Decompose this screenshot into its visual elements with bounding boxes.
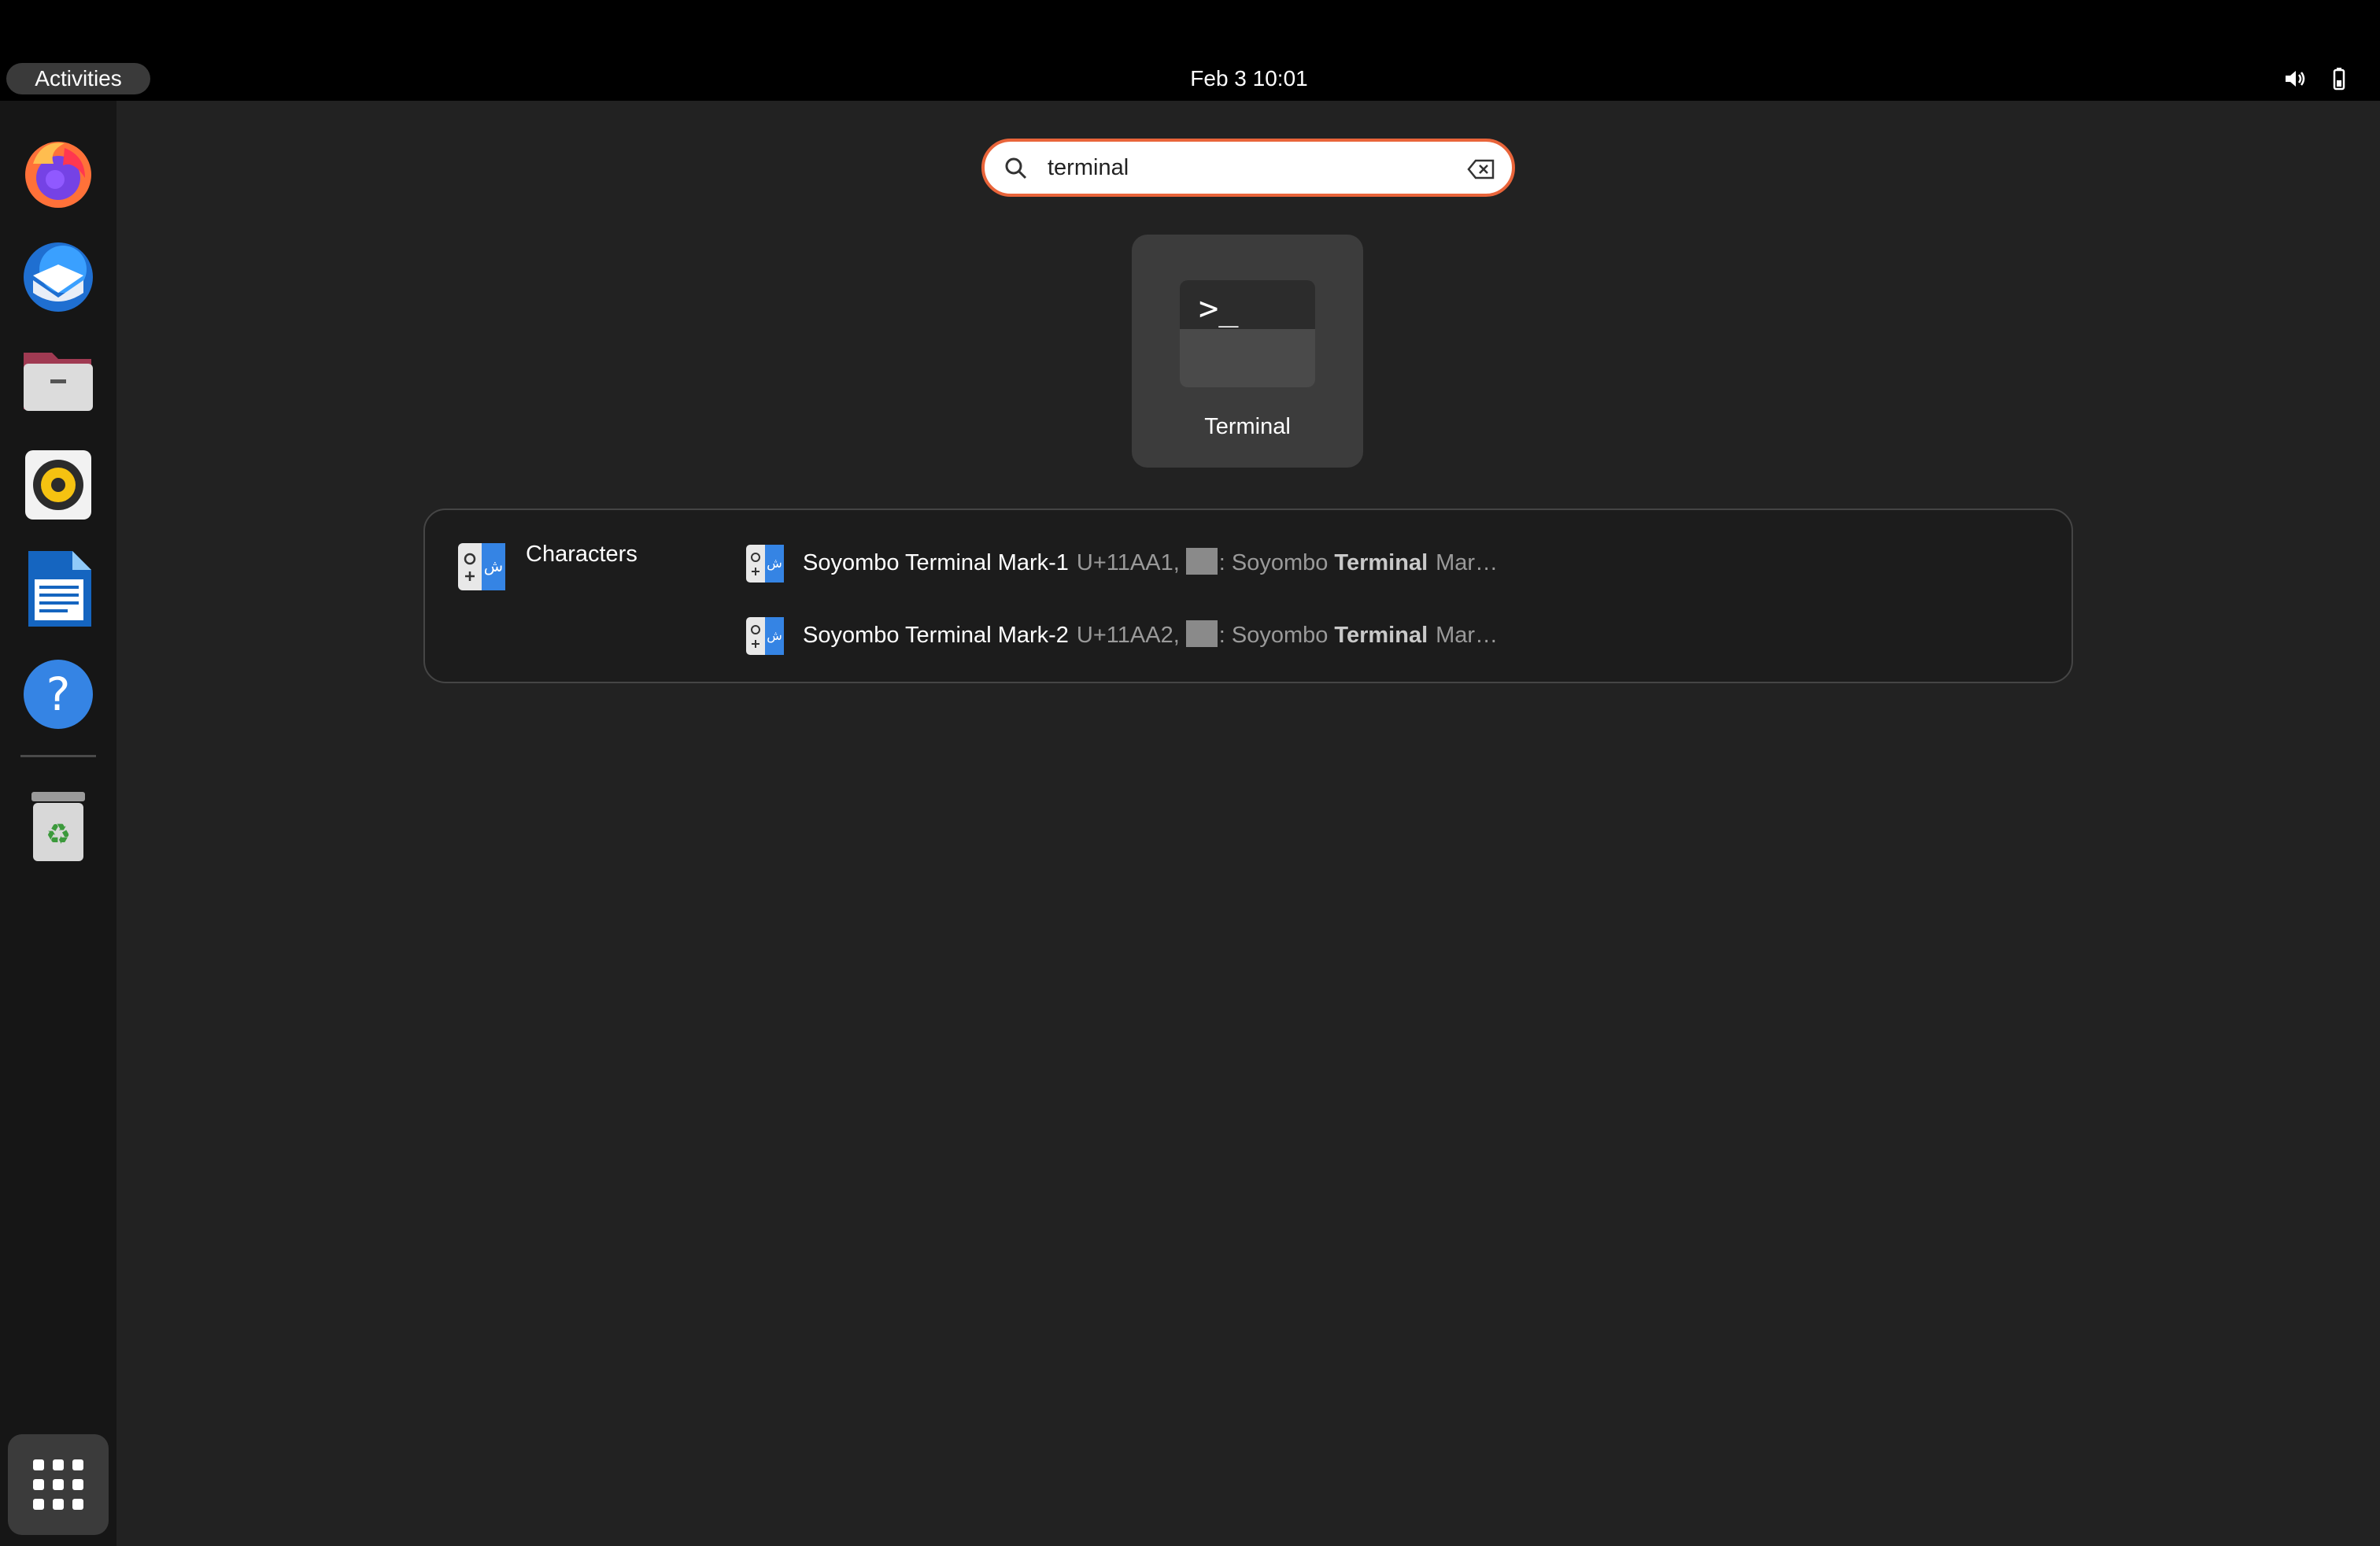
svg-text:ش: ش — [767, 628, 782, 643]
list-item[interactable]: ش Soyombo Terminal Mark-2 U+11AA2, : Soyom… — [746, 611, 2005, 655]
provider-label: Characters — [526, 542, 638, 567]
show-apps-button[interactable] — [8, 1434, 109, 1535]
result-desc-prefix: : Soyombo — [1218, 550, 1329, 575]
characters-provider-results: ش Characters ش Soyombo Terminal Mark-1 U+… — [423, 509, 2073, 683]
search-box[interactable] — [981, 139, 1515, 197]
result-code: U+11AA2, — [1076, 623, 1180, 648]
result-desc-suffix: Mar… — [1436, 623, 1499, 648]
result-desc-highlight: Terminal — [1334, 623, 1428, 648]
rhythmbox-icon[interactable] — [17, 444, 99, 526]
firefox-icon[interactable] — [17, 132, 99, 214]
result-desc-highlight: Terminal — [1334, 550, 1428, 575]
result-desc-prefix: : Soyombo — [1218, 623, 1329, 648]
top-bar: Activities Feb 3 10:01 — [0, 57, 2380, 101]
result-code: U+11AA1, — [1076, 550, 1180, 575]
result-title: Soyombo Terminal Mark-1 — [803, 550, 1069, 575]
battery-icon[interactable] — [2330, 66, 2355, 91]
speaker-icon[interactable] — [2282, 66, 2308, 91]
clear-icon[interactable] — [1466, 157, 1496, 181]
thunderbird-icon[interactable] — [17, 235, 99, 316]
trash-icon[interactable]: ♻ — [17, 784, 99, 866]
dock: ? ♻ — [0, 101, 116, 1546]
characters-icon: ش — [746, 617, 784, 655]
clock[interactable]: Feb 3 10:01 — [1165, 63, 1333, 94]
svg-text:ش: ش — [767, 556, 782, 571]
svg-text:♻: ♻ — [46, 819, 71, 851]
files-icon[interactable] — [17, 338, 99, 420]
writer-icon[interactable] — [17, 548, 99, 630]
search-icon — [1003, 156, 1029, 181]
grid-icon — [33, 1459, 83, 1510]
terminal-app-result[interactable]: >_ Terminal — [1132, 235, 1363, 468]
characters-icon: ش — [746, 545, 784, 583]
app-result-label: Terminal — [1204, 414, 1291, 439]
terminal-icon: >_ — [1180, 280, 1315, 387]
help-icon[interactable]: ? — [17, 653, 99, 735]
characters-icon[interactable]: ش — [458, 543, 505, 590]
dock-separator — [20, 755, 96, 757]
list-item[interactable]: ش Soyombo Terminal Mark-1 U+11AA1, : Soyom… — [746, 538, 2005, 583]
svg-text:ش: ش — [484, 557, 503, 575]
activities-button[interactable]: Activities — [6, 63, 150, 94]
screen-letterbox — [0, 0, 2380, 57]
result-title: Soyombo Terminal Mark-2 — [803, 623, 1069, 648]
terminal-prompt-glyph: >_ — [1199, 289, 1239, 327]
search-input[interactable] — [1048, 150, 1457, 186]
glyph-placeholder — [1185, 548, 1218, 575]
svg-text:?: ? — [46, 668, 71, 721]
glyph-placeholder — [1185, 620, 1218, 647]
result-desc-suffix: Mar… — [1436, 550, 1499, 575]
